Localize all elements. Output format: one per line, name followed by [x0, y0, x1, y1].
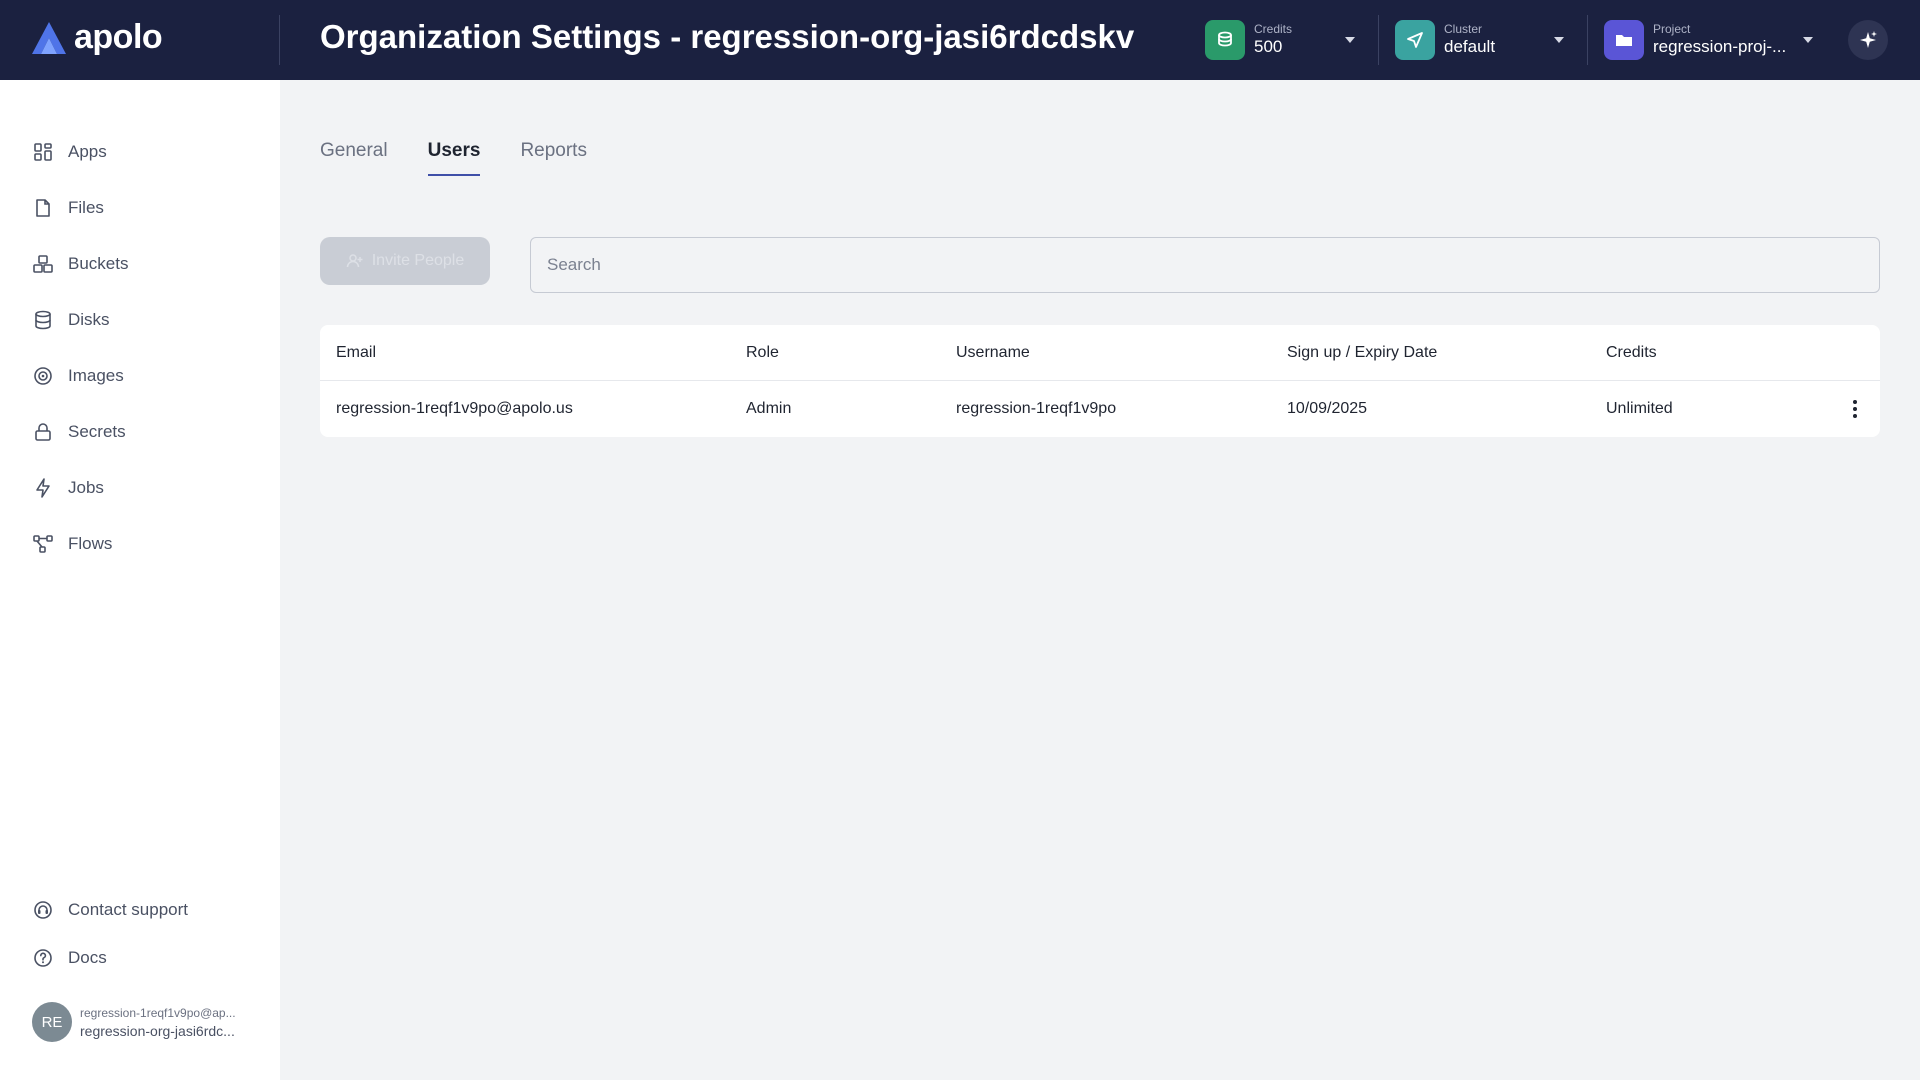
coins-icon [1205, 20, 1245, 60]
docs-link[interactable]: Docs [32, 944, 107, 972]
add-user-icon [346, 254, 363, 268]
sidebar-item-disks[interactable]: Disks [32, 306, 110, 334]
user-email: regression-1reqf1v9po@ap... [80, 1005, 236, 1020]
search-input[interactable] [531, 238, 1879, 292]
tab-users[interactable]: Users [427, 140, 480, 176]
sidebar-item-secrets[interactable]: Secrets [32, 418, 126, 446]
chevron-down-icon [1554, 37, 1564, 43]
cluster-value: default [1444, 37, 1496, 56]
user-org: regression-org-jasi6rdc... [80, 1022, 235, 1039]
sidebar-item-images[interactable]: Images [32, 362, 124, 390]
header-separator [1378, 15, 1379, 65]
sidebar-item-flows[interactable]: Flows [32, 530, 112, 558]
sidebar-item-label: Disks [68, 310, 110, 329]
column-header-date: Sign up / Expiry Date [1287, 344, 1438, 361]
cell-credits: Unlimited [1606, 400, 1673, 417]
sidebar-item-label: Files [68, 198, 104, 217]
chevron-down-icon [1803, 37, 1813, 43]
lock-icon [35, 423, 51, 441]
cluster-selector[interactable]: Cluster default [1395, 20, 1580, 60]
sidebar-item-jobs[interactable]: Jobs [32, 474, 104, 502]
sidebar-item-files[interactable]: Files [32, 194, 104, 222]
sidebar-item-label: Buckets [68, 254, 129, 273]
image-disc-icon [34, 367, 52, 385]
sidebar-item-label: Jobs [68, 478, 104, 497]
sidebar-item-label: Apps [68, 142, 107, 161]
sidebar-item-label: Images [68, 366, 124, 385]
sidebar-item-buckets[interactable]: Buckets [32, 250, 128, 278]
credits-label: Credits [1254, 22, 1293, 36]
header-divider [279, 15, 280, 65]
sparkles-icon [1860, 31, 1877, 48]
cluster-label: Cluster [1444, 22, 1483, 36]
headset-icon [34, 901, 52, 919]
lightning-icon [36, 478, 50, 498]
buckets-icon [33, 255, 53, 273]
column-header-role: Role [746, 344, 779, 361]
column-header-username: Username [956, 344, 1030, 361]
docs-label: Docs [68, 948, 107, 967]
column-header-email: Email [336, 344, 377, 361]
header-separator [1587, 15, 1588, 65]
flow-icon [33, 535, 53, 553]
column-header-credits: Credits [1606, 344, 1657, 361]
avatar: RE [32, 1002, 72, 1042]
apolo-logo[interactable]: apolo [30, 18, 163, 57]
project-selector[interactable]: Project regression-proj-... [1604, 20, 1819, 60]
brand-name: apolo [74, 18, 163, 56]
sidebar-item-label: Flows [68, 534, 113, 553]
credits-value: 500 [1254, 37, 1283, 56]
sidebar-item-apps[interactable]: Apps [32, 138, 107, 166]
apolo-logo-icon [32, 21, 66, 54]
project-value: regression-proj-... [1653, 37, 1787, 56]
help-circle-icon [34, 949, 52, 967]
page-title: Organization Settings - regression-org-j… [320, 18, 1135, 55]
cell-username: regression-1reqf1v9po [956, 400, 1117, 417]
ai-assistant-button[interactable] [1848, 20, 1888, 60]
cell-date: 10/09/2025 [1287, 400, 1368, 417]
file-icon [36, 199, 50, 217]
chevron-down-icon [1345, 37, 1355, 43]
database-icon [35, 310, 51, 330]
settings-tabs: General Users Reports [320, 140, 587, 176]
credits-selector[interactable]: Credits 500 [1205, 20, 1390, 60]
cell-role: Admin [746, 400, 792, 417]
apps-grid-icon [34, 143, 52, 161]
folder-icon [1604, 20, 1644, 60]
invite-people-label: Invite People [371, 252, 465, 269]
tab-general[interactable]: General [320, 140, 388, 176]
user-profile[interactable]: RE regression-1reqf1v9po@ap... regressio… [32, 1002, 236, 1042]
project-label: Project [1653, 22, 1691, 36]
sidebar-item-label: Secrets [68, 422, 126, 441]
tab-reports[interactable]: Reports [520, 140, 587, 176]
table-row[interactable]: regression-1reqf1v9po@apolo.us Admin reg… [320, 381, 1880, 437]
table-header-row: Email Role Username Sign up / Expiry Dat… [320, 325, 1880, 381]
more-actions-icon[interactable] [1843, 397, 1867, 421]
sidebar: Apps Files Buckets Disks Images Secrets … [0, 80, 280, 1080]
cell-email: regression-1reqf1v9po@apolo.us [336, 400, 573, 417]
search-box [530, 237, 1880, 293]
invite-people-button[interactable]: Invite People [320, 237, 490, 285]
top-header: apolo Organization Settings - regression… [0, 0, 1920, 80]
users-table: Email Role Username Sign up / Expiry Dat… [320, 325, 1880, 437]
contact-support-label: Contact support [68, 900, 189, 919]
send-icon [1395, 20, 1435, 60]
contact-support-link[interactable]: Contact support [32, 896, 188, 924]
